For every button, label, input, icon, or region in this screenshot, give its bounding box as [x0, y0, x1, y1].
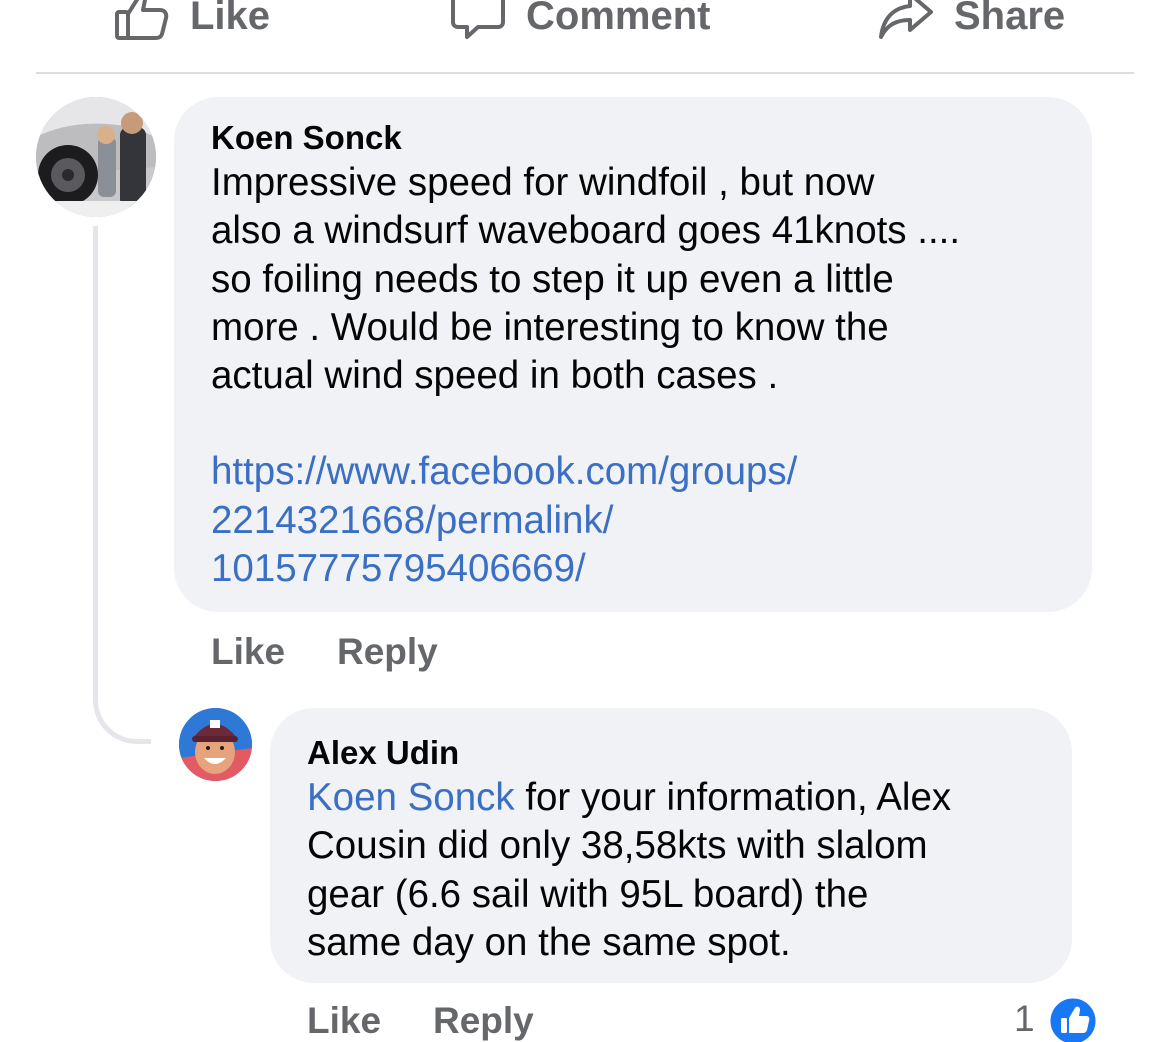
- like-button[interactable]: Like: [114, 0, 270, 44]
- share-button[interactable]: Share: [878, 0, 1065, 44]
- action-bar-divider: [36, 72, 1134, 74]
- speech-bubble-icon: [450, 0, 506, 42]
- comment-author[interactable]: Alex Udin: [307, 732, 1036, 774]
- avatar[interactable]: [36, 97, 156, 217]
- share-arrow-icon: [878, 0, 934, 42]
- comment-text: Koen Sonck for your information, Alex Co…: [307, 774, 1036, 967]
- comment-reply-button[interactable]: Reply: [337, 631, 438, 673]
- comment-bubble: Koen Sonck Impressive speed for windfoil…: [174, 97, 1092, 612]
- post-action-bar: Like Comment Share: [0, 0, 1170, 74]
- like-button-label: Like: [190, 0, 271, 38]
- comment-link[interactable]: https://www.facebook.com/groups/ 2214321…: [211, 448, 1056, 593]
- share-button-label: Share: [954, 0, 1066, 38]
- avatar[interactable]: [179, 708, 252, 781]
- thumbs-up-icon: [114, 0, 170, 42]
- comment-reply-button[interactable]: Reply: [433, 1000, 534, 1042]
- comment-button-label: Comment: [526, 0, 711, 38]
- comment-spacer: [211, 400, 1056, 448]
- comment-author[interactable]: Koen Sonck: [211, 117, 1056, 159]
- mention-link[interactable]: Koen Sonck: [307, 776, 515, 819]
- comment-thread: Like Comment Share Koen Sonck Impressive…: [0, 0, 1170, 1042]
- reply-thread-connector: [93, 226, 151, 744]
- comment-text: Impressive speed for windfoil , but now …: [211, 161, 961, 398]
- comment-bubble: Alex Udin Koen Sonck for your informatio…: [270, 708, 1072, 983]
- comment-button[interactable]: Comment: [450, 0, 710, 44]
- comment-like-button[interactable]: Like: [211, 631, 285, 673]
- comment-like-button[interactable]: Like: [307, 1000, 381, 1042]
- reaction-count[interactable]: 1: [1014, 998, 1035, 1040]
- like-reaction-icon[interactable]: [1047, 995, 1099, 1042]
